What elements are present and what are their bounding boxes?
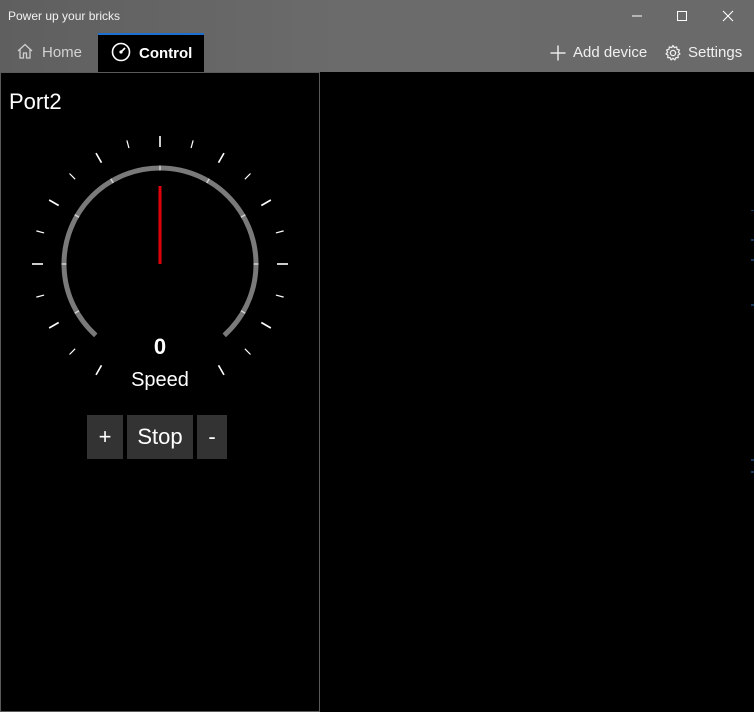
nav-bar: Home Control Add device Settings [0,33,754,72]
app-title: Power up your bricks [8,9,121,23]
gauge-tick [217,364,225,376]
speed-increase-button[interactable]: + [87,415,123,459]
gauge-tick [36,230,45,234]
maximize-icon [677,11,687,21]
control-panel: Port2 0 Speed + Stop - [0,72,320,712]
minimize-icon [632,15,642,17]
gauge-tick [48,199,60,207]
tab-control-label: Control [139,45,193,62]
title-bar[interactable]: Power up your bricks [0,0,754,33]
add-device-button[interactable]: Add device [549,33,647,72]
stop-button[interactable]: Stop [127,415,193,459]
gauge-tick [126,140,130,149]
settings-button[interactable]: Settings [664,33,742,72]
gauge-tick [260,199,272,207]
home-icon [16,42,34,64]
speed-decrease-button[interactable]: - [197,415,227,459]
gauge-tick [217,152,225,164]
window-chrome: Power up your bricks Home Control Add de… [0,0,754,72]
gauge-tick [275,294,284,298]
gauge-tick [95,364,103,376]
speed-label: Speed [131,369,189,391]
gauge-tick [48,321,60,329]
tab-home-label: Home [42,44,83,61]
gauge-tick [190,140,194,149]
tab-control[interactable]: Control [98,33,204,72]
tab-home[interactable]: Home [0,33,96,72]
speed-value: 0 [153,334,167,359]
gauge-icon [111,42,131,66]
gauge-tick [244,173,251,180]
close-button[interactable] [705,0,751,32]
close-icon [722,10,734,22]
plus-icon [549,44,567,62]
add-device-label: Add device [573,44,648,61]
minimize-button[interactable] [614,0,660,32]
gauge-tick [260,321,272,329]
maximize-button[interactable] [659,0,705,32]
settings-label: Settings [688,44,743,61]
gauge-tick [95,152,103,164]
gauge-tick [275,230,284,234]
gear-icon [664,44,682,62]
gauge-tick [244,348,251,355]
gauge-tick [69,348,76,355]
edge-artifacts [751,210,754,473]
gauge-tick [69,173,76,180]
gauge-tick [36,294,45,298]
